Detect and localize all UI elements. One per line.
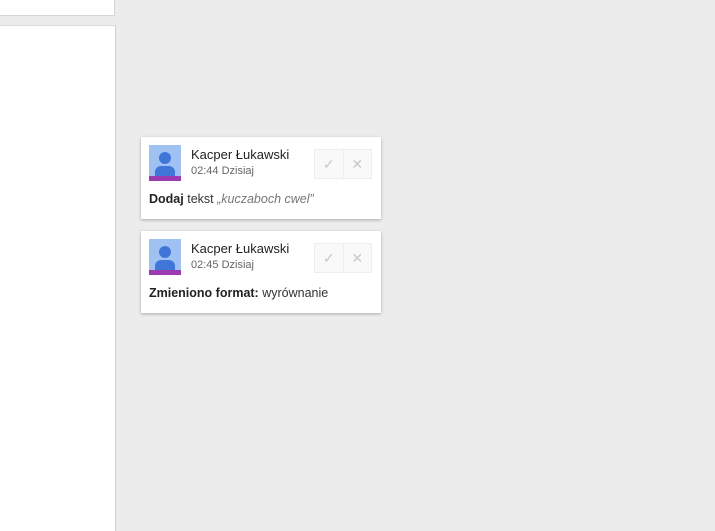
suggestion-time: 02:45 Dzisiaj — [191, 259, 254, 271]
suggestion-author: Kacper Łukawski — [191, 241, 290, 256]
close-icon: ✕ — [351, 155, 364, 172]
document-page[interactable] — [0, 25, 116, 531]
suggestion-detail: tekst — [187, 192, 214, 206]
reject-suggestion-button[interactable]: ✕ — [343, 149, 372, 179]
document-page-top — [0, 0, 115, 16]
suggestion-author: Kacper Łukawski — [191, 147, 290, 162]
suggestion-quoted-text: „kuczaboch cwel” — [217, 192, 314, 206]
suggestion-description: Zmieniono format: wyrównanie — [149, 286, 328, 300]
reject-suggestion-button[interactable]: ✕ — [343, 243, 372, 273]
avatar-head — [159, 246, 171, 258]
suggestion-action: Dodaj — [149, 192, 184, 206]
suggestion-action: Zmieniono format: — [149, 286, 259, 300]
user-color-stripe — [149, 176, 181, 181]
close-icon: ✕ — [351, 249, 364, 266]
user-color-stripe — [149, 270, 181, 275]
avatar-head — [159, 152, 171, 164]
user-avatar — [149, 239, 181, 275]
accept-suggestion-button[interactable]: ✓ — [314, 243, 344, 273]
suggestion-description: Dodaj tekst „kuczaboch cwel” — [149, 192, 314, 206]
accept-suggestion-button[interactable]: ✓ — [314, 149, 344, 179]
suggestion-time: 02:44 Dzisiaj — [191, 165, 254, 177]
suggestion-actions: ✓ ✕ — [314, 243, 372, 273]
suggestion-card[interactable]: Kacper Łukawski 02:45 Dzisiaj ✓ ✕ Zmieni… — [141, 231, 381, 313]
suggestion-card[interactable]: Kacper Łukawski 02:44 Dzisiaj ✓ ✕ Dodaj … — [141, 137, 381, 219]
suggestion-detail: wyrównanie — [262, 286, 329, 300]
suggestion-actions: ✓ ✕ — [314, 149, 372, 179]
checkmark-icon: ✓ — [322, 249, 335, 266]
checkmark-icon: ✓ — [322, 155, 335, 172]
user-avatar — [149, 145, 181, 181]
